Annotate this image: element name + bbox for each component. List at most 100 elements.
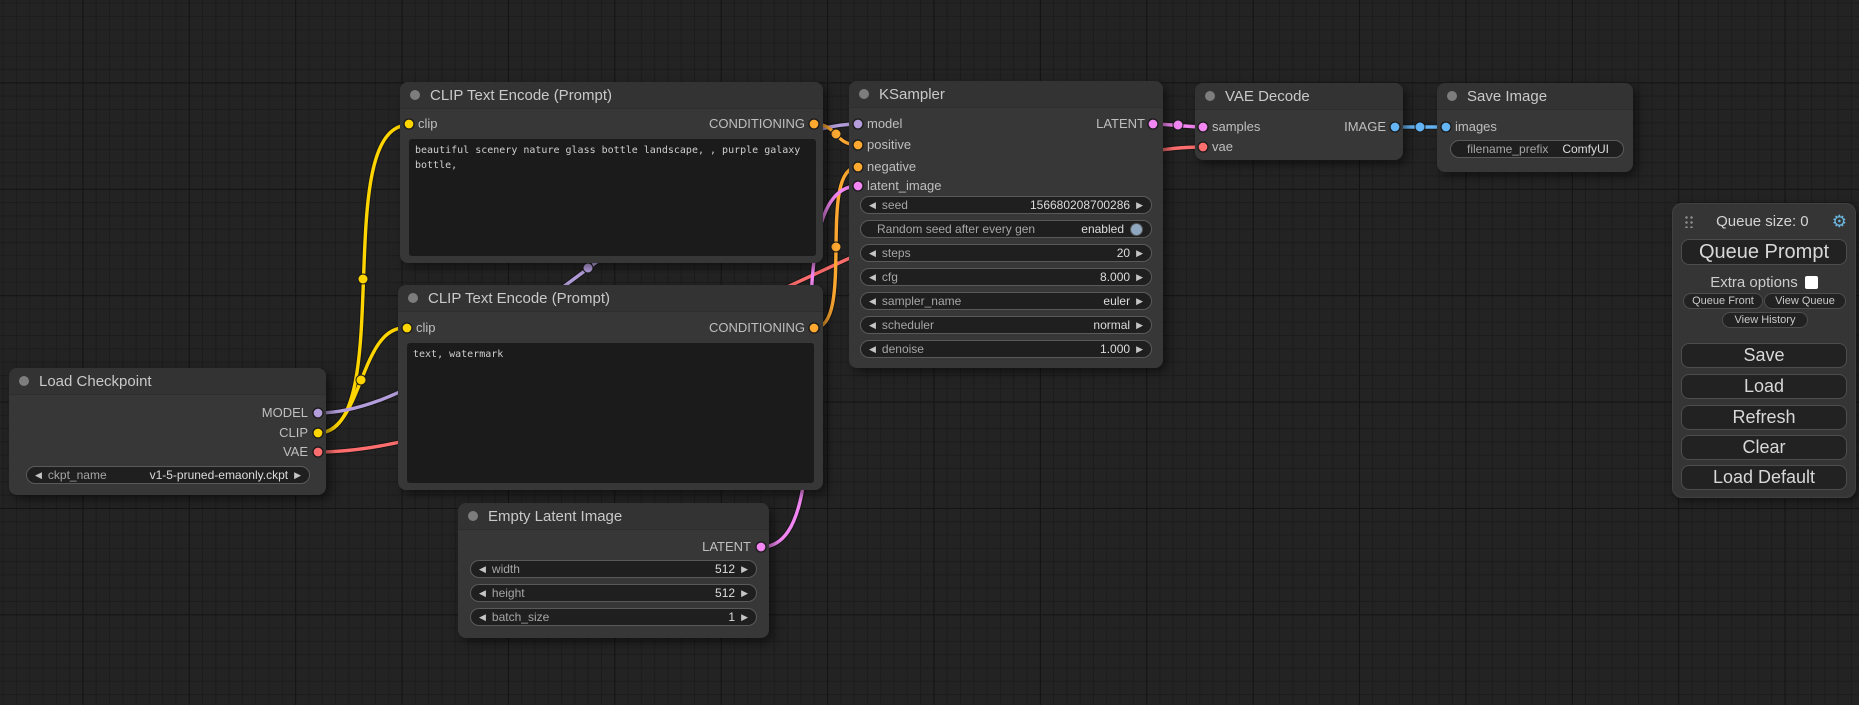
extra-options-label: Extra options — [1710, 274, 1798, 291]
load-default-button[interactable]: Load Default — [1681, 465, 1847, 490]
queue-prompt-button[interactable]: Queue Prompt — [1681, 239, 1847, 265]
prompt-textarea[interactable]: beautiful scenery nature glass bottle la… — [409, 139, 816, 256]
node-title: Load Checkpoint — [39, 373, 152, 390]
increment-arrow-icon[interactable]: ▶ — [1136, 269, 1143, 285]
decrement-arrow-icon[interactable]: ◀ — [869, 245, 876, 261]
drag-handle-icon[interactable] — [1683, 214, 1693, 228]
link-midpoint-dot — [1173, 120, 1183, 130]
widget-height[interactable]: ◀ height 512 ▶ — [470, 584, 757, 602]
increment-arrow-icon[interactable]: ▶ — [1136, 341, 1143, 357]
output-label-latent: LATENT — [1096, 115, 1145, 133]
node-clip-text-encode-positive[interactable]: CLIP Text Encode (Prompt) clip CONDITION… — [400, 82, 823, 263]
collapse-dot-icon[interactable] — [1205, 91, 1215, 101]
output-label-vae: VAE — [283, 443, 308, 461]
collapse-dot-icon[interactable] — [408, 293, 418, 303]
link-clip-to-positive-clip — [318, 125, 409, 433]
input-label-negative: negative — [867, 158, 916, 176]
widget-label: sampler_name — [882, 294, 961, 308]
widget-batch-size[interactable]: ◀ batch_size 1 ▶ — [470, 608, 757, 626]
increment-arrow-icon[interactable]: ▶ — [1136, 293, 1143, 309]
increment-arrow-icon[interactable]: ▶ — [741, 609, 748, 625]
decrement-arrow-icon[interactable]: ◀ — [869, 293, 876, 309]
queue-panel[interactable]: Queue size: 0 ⚙ Queue Prompt Extra optio… — [1672, 203, 1856, 498]
decrement-arrow-icon[interactable]: ◀ — [869, 197, 876, 213]
widget-cfg[interactable]: ◀ cfg 8.000 ▶ — [860, 268, 1152, 286]
widget-value: 8.000 — [1100, 270, 1130, 284]
queue-front-button[interactable]: Queue Front — [1683, 293, 1763, 309]
widget-random-seed[interactable]: Random seed after every gen enabled — [860, 220, 1152, 238]
increment-arrow-icon[interactable]: ▶ — [1136, 245, 1143, 261]
widget-steps[interactable]: ◀ steps 20 ▶ — [860, 244, 1152, 262]
link-midpoint-dot — [831, 129, 841, 139]
increment-arrow-icon[interactable]: ▶ — [741, 561, 748, 577]
output-label-latent: LATENT — [702, 538, 751, 556]
increment-arrow-icon[interactable]: ▶ — [1136, 317, 1143, 333]
link-midpoint-dot — [1415, 122, 1425, 132]
widget-label: filename_prefix — [1467, 142, 1548, 156]
decrement-arrow-icon[interactable]: ◀ — [869, 269, 876, 285]
increment-arrow-icon[interactable]: ▶ — [294, 467, 301, 483]
widget-label: Random seed after every gen — [877, 222, 1035, 236]
view-queue-button[interactable]: View Queue — [1764, 293, 1846, 309]
node-empty-latent-image[interactable]: Empty Latent Image LATENT ◀ width 512 ▶ … — [458, 503, 769, 638]
refresh-button[interactable]: Refresh — [1681, 405, 1847, 430]
widget-value: enabled — [1081, 222, 1124, 236]
extra-options-checkbox[interactable] — [1805, 276, 1818, 289]
widget-value: 512 — [715, 562, 735, 576]
widget-value: 1.000 — [1100, 342, 1130, 356]
save-button[interactable]: Save — [1681, 343, 1847, 368]
collapse-dot-icon[interactable] — [410, 90, 420, 100]
widget-label: steps — [882, 246, 911, 260]
node-titlebar[interactable]: Save Image — [1437, 83, 1633, 110]
node-titlebar[interactable]: VAE Decode — [1195, 83, 1403, 110]
widget-seed[interactable]: ◀ seed 156680208700286 ▶ — [860, 196, 1152, 214]
node-titlebar[interactable]: Load Checkpoint — [9, 368, 326, 395]
collapse-dot-icon[interactable] — [468, 511, 478, 521]
node-titlebar[interactable]: CLIP Text Encode (Prompt) — [400, 82, 823, 109]
input-label-latent-image: latent_image — [867, 177, 941, 195]
widget-value: normal — [1093, 318, 1130, 332]
prompt-textarea[interactable]: text, watermark — [407, 343, 814, 483]
node-titlebar[interactable]: Empty Latent Image — [458, 503, 769, 530]
widget-scheduler[interactable]: ◀ scheduler normal ▶ — [860, 316, 1152, 334]
widget-label: batch_size — [492, 610, 549, 624]
widget-label: ckpt_name — [48, 468, 107, 482]
node-vae-decode[interactable]: VAE Decode samples vae IMAGE — [1195, 83, 1403, 160]
gear-icon[interactable]: ⚙ — [1832, 213, 1847, 230]
node-titlebar[interactable]: KSampler — [849, 81, 1163, 108]
widget-denoise[interactable]: ◀ denoise 1.000 ▶ — [860, 340, 1152, 358]
widget-label: denoise — [882, 342, 924, 356]
decrement-arrow-icon[interactable]: ◀ — [35, 467, 42, 483]
decrement-arrow-icon[interactable]: ◀ — [869, 317, 876, 333]
widget-label: cfg — [882, 270, 898, 284]
node-titlebar[interactable]: CLIP Text Encode (Prompt) — [398, 285, 823, 312]
node-save-image[interactable]: Save Image images filename_prefix ComfyU… — [1437, 83, 1633, 172]
increment-arrow-icon[interactable]: ▶ — [741, 585, 748, 601]
widget-ckpt-name[interactable]: ◀ ckpt_name v1-5-pruned-emaonly.ckpt ▶ — [26, 466, 310, 484]
increment-arrow-icon[interactable]: ▶ — [1136, 197, 1143, 213]
node-graph-canvas[interactable]: Load Checkpoint MODEL CLIP VAE ◀ ckpt_na… — [0, 0, 1859, 705]
node-load-checkpoint[interactable]: Load Checkpoint MODEL CLIP VAE ◀ ckpt_na… — [9, 368, 326, 495]
decrement-arrow-icon[interactable]: ◀ — [869, 341, 876, 357]
widget-sampler-name[interactable]: ◀ sampler_name euler ▶ — [860, 292, 1152, 310]
decrement-arrow-icon[interactable]: ◀ — [479, 561, 486, 577]
collapse-dot-icon[interactable] — [1447, 91, 1457, 101]
node-title: KSampler — [879, 86, 945, 103]
input-label-model: model — [867, 115, 902, 133]
widget-width[interactable]: ◀ width 512 ▶ — [470, 560, 757, 578]
node-title: CLIP Text Encode (Prompt) — [428, 290, 610, 307]
clear-button[interactable]: Clear — [1681, 435, 1847, 460]
toggle-enabled-icon[interactable] — [1130, 223, 1143, 236]
node-ksampler[interactable]: KSampler model positive negative latent_… — [849, 81, 1163, 368]
input-label-positive: positive — [867, 136, 911, 154]
decrement-arrow-icon[interactable]: ◀ — [479, 585, 486, 601]
decrement-arrow-icon[interactable]: ◀ — [479, 609, 486, 625]
collapse-dot-icon[interactable] — [19, 376, 29, 386]
node-clip-text-encode-negative[interactable]: CLIP Text Encode (Prompt) clip CONDITION… — [398, 285, 823, 490]
collapse-dot-icon[interactable] — [859, 89, 869, 99]
input-label-clip: clip — [418, 115, 438, 133]
input-label-samples: samples — [1212, 118, 1260, 136]
view-history-button[interactable]: View History — [1722, 312, 1808, 328]
load-button[interactable]: Load — [1681, 374, 1847, 399]
widget-filename-prefix[interactable]: filename_prefix ComfyUI — [1450, 140, 1624, 158]
